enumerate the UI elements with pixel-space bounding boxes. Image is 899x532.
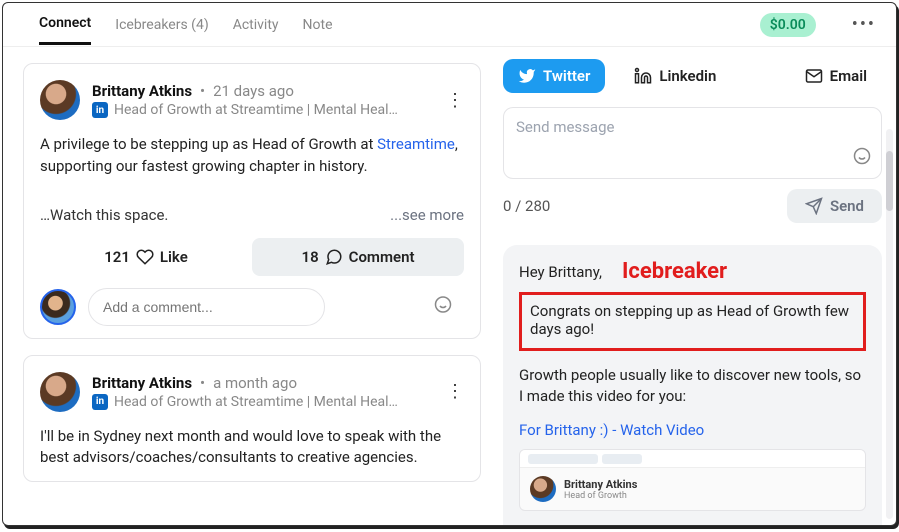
email-icon — [805, 67, 823, 85]
linkedin-icon: in — [92, 102, 108, 118]
comment-icon — [325, 248, 343, 266]
separator-dot: • — [200, 374, 205, 392]
channel-label: Email — [830, 67, 867, 85]
icebreaker-annotation: Icebreaker — [622, 259, 727, 284]
message-preview: Hey Brittany, Icebreaker Congrats on ste… — [503, 245, 882, 525]
channel-email[interactable]: Email — [790, 59, 882, 93]
message-greeting: Hey Brittany, — [519, 263, 602, 281]
emoji-icon[interactable] — [434, 295, 452, 318]
heart-icon — [136, 248, 154, 266]
post-card: Brittany Atkins • a month ago in Head of… — [23, 355, 481, 483]
more-menu-icon[interactable]: ••• — [848, 14, 880, 35]
tab-note[interactable]: Note — [303, 6, 333, 44]
avatar[interactable] — [40, 289, 76, 325]
avatar[interactable] — [40, 372, 80, 412]
preview-name: Brittany Atkins — [564, 478, 637, 491]
send-label: Send — [830, 197, 864, 215]
post-time: 21 days ago — [213, 82, 294, 100]
send-button[interactable]: Send — [787, 189, 882, 223]
see-more-link[interactable]: ...see more — [390, 206, 464, 224]
video-preview[interactable]: Brittany Atkins Head of Growth — [519, 449, 866, 511]
comment-input[interactable] — [88, 288, 325, 326]
tab-icebreakers[interactable]: Icebreakers (4) — [115, 6, 208, 44]
tab-connect[interactable]: Connect — [39, 4, 91, 45]
video-link[interactable]: For Brittany :) - Watch Video — [519, 421, 866, 439]
avatar — [530, 476, 556, 502]
compose-placeholder: Send message — [516, 118, 869, 136]
top-tabs: Connect Icebreakers (4) Activity Note $0… — [3, 3, 896, 47]
avatar[interactable] — [40, 80, 80, 120]
post-text: A privilege to be stepping up as Head of… — [40, 135, 377, 153]
linkedin-icon: in — [92, 394, 108, 410]
channel-label: Twitter — [543, 67, 590, 85]
channel-twitter[interactable]: Twitter — [503, 59, 605, 93]
post-body: A privilege to be stepping up as Head of… — [40, 134, 464, 178]
comment-button[interactable]: 18 Comment — [252, 238, 464, 276]
send-icon — [805, 197, 823, 215]
scrollbar-thumb[interactable] — [886, 151, 893, 211]
brand-link[interactable]: Streamtime — [377, 135, 455, 153]
linkedin-icon — [634, 67, 652, 85]
like-button[interactable]: 121 Like — [40, 238, 252, 276]
author-role: Head of Growth at Streamtime | Mental He… — [114, 102, 398, 118]
preview-sub: Head of Growth — [564, 491, 637, 501]
like-count: 121 — [104, 248, 130, 266]
author-name[interactable]: Brittany Atkins — [92, 82, 192, 100]
post-text: …Watch this space. — [40, 206, 168, 224]
icebreaker-highlight: Congrats on stepping up as Head of Growt… — [519, 292, 866, 351]
twitter-icon — [518, 67, 536, 85]
balance-pill: $0.00 — [760, 13, 816, 37]
compose-box[interactable]: Send message — [503, 107, 882, 179]
channel-label: Linkedin — [659, 67, 716, 85]
post-card: Brittany Atkins • 21 days ago in Head of… — [23, 63, 481, 339]
emoji-icon[interactable] — [853, 147, 871, 170]
tab-activity[interactable]: Activity — [233, 6, 279, 44]
comment-label: Comment — [349, 248, 415, 266]
char-counter: 0 / 280 — [503, 197, 550, 215]
author-name[interactable]: Brittany Atkins — [92, 374, 192, 392]
post-menu-icon[interactable]: ⋮ — [446, 381, 464, 402]
compose-column: Twitter Linkedin Email Send message 0 — [493, 47, 896, 525]
comment-count: 18 — [302, 248, 319, 266]
separator-dot: • — [200, 82, 205, 100]
author-role: Head of Growth at Streamtime | Mental He… — [114, 394, 398, 410]
post-time: a month ago — [213, 374, 297, 392]
channel-linkedin[interactable]: Linkedin — [619, 59, 731, 93]
feed-column: Brittany Atkins • 21 days ago in Head of… — [3, 47, 493, 525]
post-menu-icon[interactable]: ⋮ — [446, 90, 464, 111]
message-body: Growth people usually like to discover n… — [519, 365, 866, 407]
like-label: Like — [160, 248, 188, 266]
post-body: I'll be in Sydney next month and would l… — [40, 426, 464, 470]
